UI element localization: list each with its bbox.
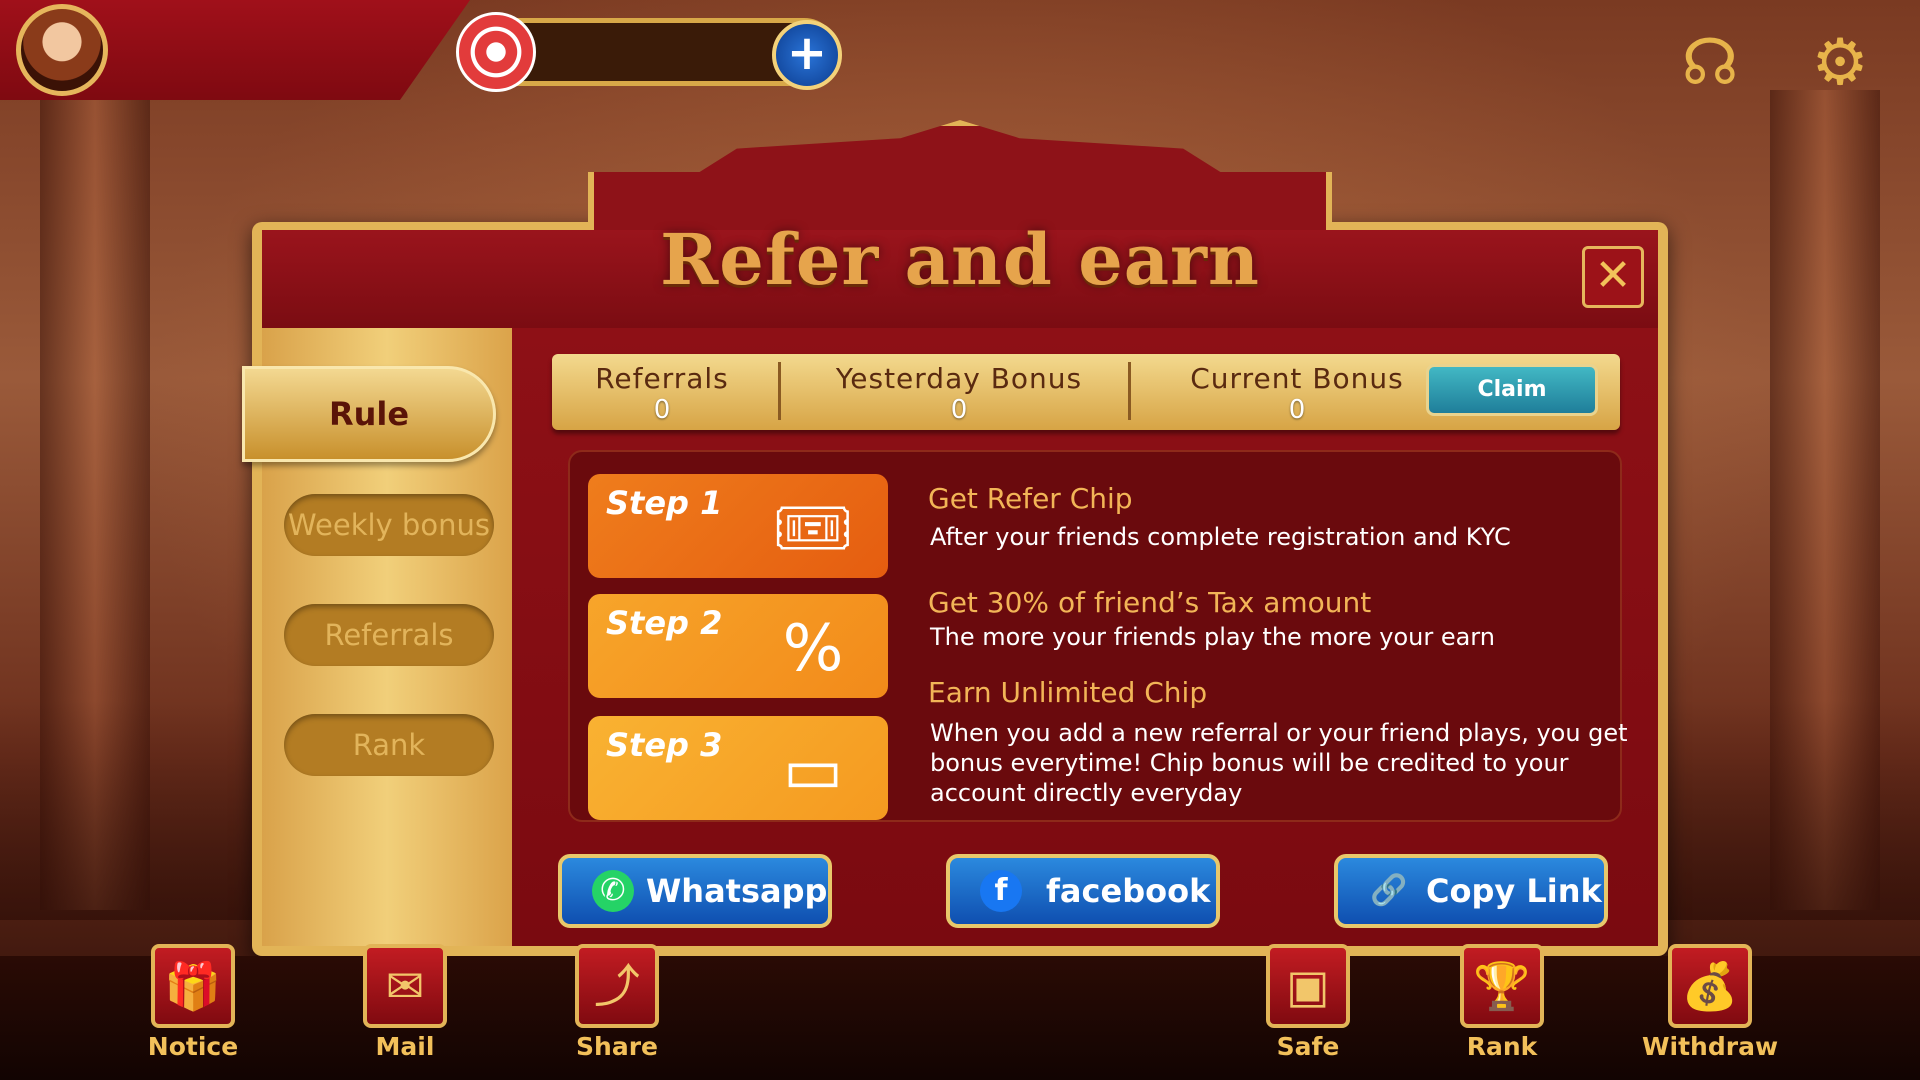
- step-3-text-line: account directly everyday: [930, 779, 1243, 807]
- nav-label: Share: [576, 1032, 658, 1061]
- stat-label: Current Bonus: [1190, 362, 1404, 395]
- tab-referrals[interactable]: Referrals: [284, 604, 494, 666]
- step-2-text: The more your friends play the more your…: [930, 623, 1495, 651]
- step-label: Step 1: [606, 484, 723, 522]
- nav-label: Notice: [147, 1032, 239, 1061]
- facebook-share-button[interactable]: f facebook: [946, 854, 1220, 928]
- share-label: Whatsapp: [646, 872, 828, 910]
- step-3-card: Step 3 ▭: [588, 716, 888, 820]
- step-2-heading: Get 30% of friend’s Tax amount: [928, 586, 1372, 619]
- share-label: facebook: [1046, 872, 1211, 910]
- nav-label: Withdraw: [1641, 1032, 1779, 1061]
- percent-tag-icon: %: [782, 612, 844, 686]
- step-label: Step 3: [606, 726, 723, 764]
- poker-chip-icon: [456, 12, 536, 92]
- settings-gear-icon[interactable]: ⚙: [1800, 20, 1880, 106]
- step-2-card: Step 2 %: [588, 594, 888, 698]
- tab-rule[interactable]: Rule: [242, 366, 496, 462]
- stat-current-bonus: Current Bonus 0: [1142, 354, 1452, 430]
- nav-label: Mail: [375, 1032, 435, 1061]
- share-label: Copy Link: [1426, 872, 1602, 910]
- stat-referrals: Referrals 0: [552, 354, 772, 430]
- nav-share[interactable]: ⤴ Share: [547, 944, 687, 1061]
- money-bag-icon: 💰: [1668, 944, 1752, 1028]
- step-3-text-line: bonus everytime! Chip bonus will be cred…: [930, 749, 1569, 777]
- avatar[interactable]: [16, 4, 108, 96]
- copy-link-button[interactable]: 🔗 Copy Link: [1334, 854, 1608, 928]
- stat-label: Yesterday Bonus: [835, 362, 1083, 395]
- divider: [1128, 362, 1131, 420]
- step-3-heading: Earn Unlimited Chip: [928, 676, 1208, 709]
- mail-icon: ✉: [363, 944, 447, 1028]
- link-icon: 🔗: [1370, 873, 1408, 908]
- step-1-card: Step 1 🎟: [588, 474, 888, 578]
- nav-withdraw[interactable]: 💰 Withdraw: [1640, 944, 1780, 1061]
- divider: [778, 362, 781, 420]
- nav-safe[interactable]: ▣ Safe: [1238, 944, 1378, 1061]
- tab-rank[interactable]: Rank: [284, 714, 494, 776]
- facebook-icon: f: [980, 870, 1022, 912]
- nav-mail[interactable]: ✉ Mail: [335, 944, 475, 1061]
- stat-value: 0: [950, 395, 968, 425]
- whatsapp-share-button[interactable]: ✆ Whatsapp: [558, 854, 832, 928]
- share-icon: ⤴: [575, 944, 659, 1028]
- gift-icon: 🎁: [151, 944, 235, 1028]
- ticket-icon: 🎟: [772, 492, 854, 566]
- close-button[interactable]: ✕: [1582, 246, 1644, 308]
- step-3-text-line: When you add a new referral or your frie…: [930, 719, 1628, 747]
- customer-service-icon[interactable]: ☊: [1670, 20, 1750, 106]
- step-label: Step 2: [606, 604, 723, 642]
- stat-yesterday-bonus: Yesterday Bonus 0: [784, 354, 1134, 430]
- step-1-text: After your friends complete registration…: [930, 523, 1511, 551]
- wallet-icon: ▭: [782, 734, 844, 808]
- trophy-icon: 🏆: [1460, 944, 1544, 1028]
- add-chips-button[interactable]: +: [772, 20, 842, 90]
- tab-weekly-bonus[interactable]: Weekly bonus: [284, 494, 494, 556]
- nav-notice[interactable]: 🎁 Notice: [123, 944, 263, 1061]
- claim-button[interactable]: Claim: [1426, 364, 1598, 416]
- nav-rank[interactable]: 🏆 Rank: [1432, 944, 1572, 1061]
- safe-icon: ▣: [1266, 944, 1350, 1028]
- nav-label: Rank: [1466, 1032, 1538, 1061]
- stat-label: Referrals: [595, 362, 729, 395]
- stat-value: 0: [1288, 395, 1306, 425]
- stat-value: 0: [653, 395, 671, 425]
- nav-label: Safe: [1276, 1032, 1340, 1061]
- whatsapp-icon: ✆: [592, 870, 634, 912]
- bottom-nav-bar: [0, 956, 1920, 1080]
- step-1-heading: Get Refer Chip: [928, 482, 1133, 515]
